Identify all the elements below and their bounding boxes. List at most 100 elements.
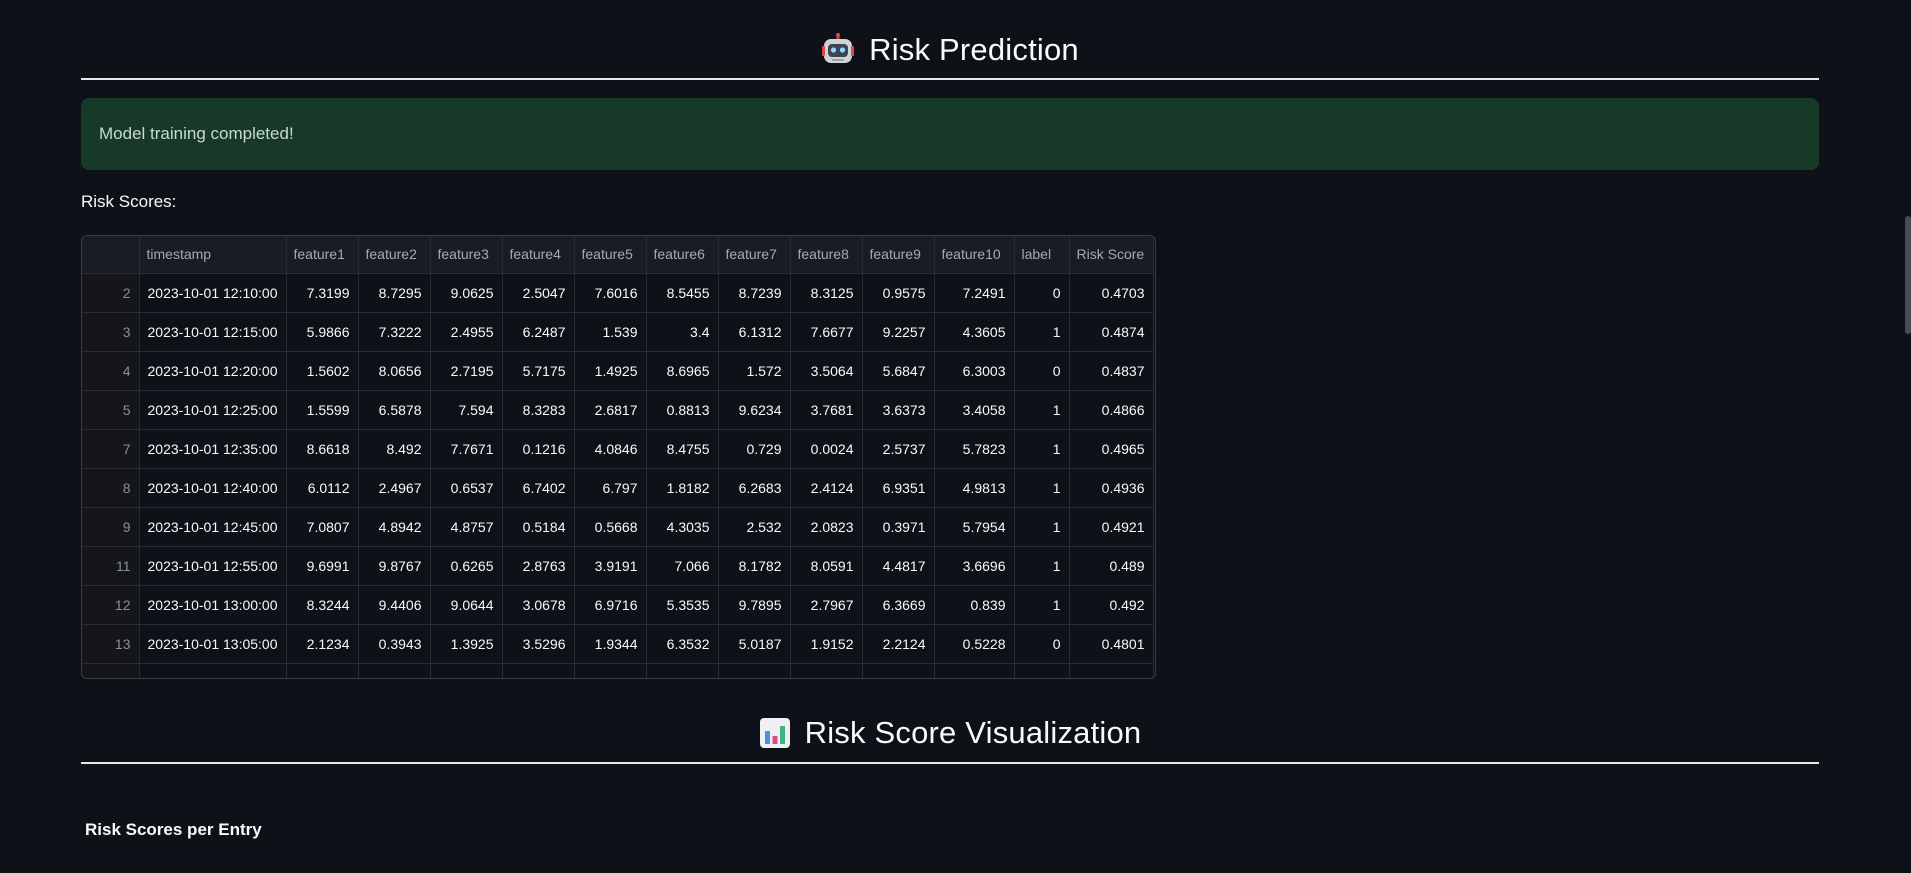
table-cell[interactable]: 7.6016	[574, 273, 647, 313]
table-cell[interactable]: 6.7707	[862, 663, 935, 678]
column-header-feature4[interactable]: feature4	[502, 236, 575, 274]
row-index-cell[interactable]: 13	[82, 624, 140, 664]
table-row[interactable]: 2 2023-10-01 12:10:00 7.3199 8.7295 9.0625 2.…	[82, 273, 1154, 313]
table-cell[interactable]: 0.489	[1069, 546, 1154, 586]
table-cell[interactable]: 2.5346	[934, 663, 1015, 678]
table-cell[interactable]: 3.7681	[790, 390, 863, 430]
table-cell[interactable]: 3.5296	[502, 624, 575, 664]
table-cell[interactable]: 1.8182	[646, 468, 719, 508]
column-header-feature1[interactable]: feature1	[286, 236, 359, 274]
table-cell[interactable]: 3.6696	[934, 546, 1015, 586]
table-cell[interactable]: 8.6965	[646, 351, 719, 391]
table-cell[interactable]: 2.7195	[430, 351, 503, 391]
table-cell[interactable]: 2023-10-01 12:10:00	[139, 273, 287, 313]
table-cell[interactable]: 9.6234	[718, 390, 791, 430]
table-cell[interactable]: 2.6817	[574, 390, 647, 430]
table-cell[interactable]: 8.3283	[502, 390, 575, 430]
table-cell[interactable]: 0.4965	[1069, 429, 1154, 469]
table-cell[interactable]: 6.7402	[502, 468, 575, 508]
row-index-cell[interactable]: 3	[82, 312, 140, 352]
table-cell[interactable]: 1	[1014, 507, 1070, 547]
table-cell[interactable]: 3.0678	[502, 585, 575, 625]
table-cell[interactable]: 2023-10-01 12:40:00	[139, 468, 287, 508]
table-cell[interactable]: 4.8942	[358, 507, 431, 547]
table-cell[interactable]: 9.4406	[358, 585, 431, 625]
table-cell[interactable]: 8.0591	[790, 546, 863, 586]
table-cell[interactable]: 0.5228	[934, 624, 1015, 664]
table-cell[interactable]: 2.5047	[502, 273, 575, 313]
table-cell[interactable]: 2.4124	[790, 468, 863, 508]
table-cell[interactable]: 5.0187	[718, 624, 791, 664]
table-cell[interactable]: 0.4884	[1069, 663, 1154, 678]
table-cell[interactable]: 0.4921	[1069, 507, 1154, 547]
table-cell[interactable]: 8.3244	[286, 585, 359, 625]
table-row[interactable]: 12 2023-10-01 13:00:00 8.3244 9.4406 9.0644 3…	[82, 585, 1154, 625]
table-cell[interactable]: 8.3125	[790, 273, 863, 313]
column-header-feature6[interactable]: feature6	[646, 236, 719, 274]
table-row[interactable]: 11 2023-10-01 12:55:00 9.6991 9.8767 0.6265 2…	[82, 546, 1154, 586]
table-cell[interactable]: 2.2124	[862, 624, 935, 664]
table-cell[interactable]: 7.6677	[790, 312, 863, 352]
table-cell[interactable]: 7.594	[430, 390, 503, 430]
table-row[interactable]: 5 2023-10-01 12:25:00 1.5599 6.5878 7.594 8.3…	[82, 390, 1154, 430]
table-cell[interactable]: 3.4058	[934, 390, 1015, 430]
table-row[interactable]: 9 2023-10-01 12:45:00 7.0807 4.8942 4.8757 0.…	[82, 507, 1154, 547]
table-cell[interactable]: 0.4874	[1069, 312, 1154, 352]
column-header-feature10[interactable]: feature10	[934, 236, 1015, 274]
table-cell[interactable]: 5.7175	[502, 351, 575, 391]
table-cell[interactable]: 2.4967	[358, 468, 431, 508]
column-header-feature7[interactable]: feature7	[718, 236, 791, 274]
table-cell[interactable]: 1	[1014, 468, 1070, 508]
table-cell[interactable]: 0.4801	[1069, 624, 1154, 664]
risk-scores-table[interactable]: timestamp feature1 feature2 feature3 feature…	[81, 235, 1156, 679]
table-cell[interactable]: 7.3222	[358, 312, 431, 352]
table-cell[interactable]: 6.2120	[502, 663, 575, 678]
table-cell[interactable]: 2023-10-01 12:35:00	[139, 429, 287, 469]
table-cell[interactable]: 0.5184	[502, 507, 575, 547]
table-cell[interactable]: 8.0656	[358, 351, 431, 391]
table-cell[interactable]: 2.8763	[502, 546, 575, 586]
table-cell[interactable]: 0	[1014, 351, 1070, 391]
table-cell[interactable]: 5.9866	[286, 312, 359, 352]
table-cell[interactable]: 5.6847	[862, 351, 935, 391]
table-cell[interactable]: 7.3199	[286, 273, 359, 313]
table-cell[interactable]: 9.6991	[286, 546, 359, 586]
row-index-cell[interactable]: 11	[82, 546, 140, 586]
table-cell[interactable]: 2023-10-01 12:15:00	[139, 312, 287, 352]
table-cell[interactable]: 0.1216	[502, 429, 575, 469]
table-cell[interactable]: 2023-10-01 12:45:00	[139, 507, 287, 547]
table-cell[interactable]: 2023-10-01 12:25:00	[139, 390, 287, 430]
data-table[interactable]: timestamp feature1 feature2 feature3 feature…	[82, 236, 1154, 678]
table-cell[interactable]: 0.4837	[1069, 351, 1154, 391]
table-cell[interactable]: 1.3925	[430, 624, 503, 664]
table-cell[interactable]: 9.0625	[430, 273, 503, 313]
table-cell[interactable]: 1	[1014, 390, 1070, 430]
column-header-timestamp[interactable]: timestamp	[139, 236, 287, 274]
table-row[interactable]: 8 2023-10-01 12:40:00 6.0112 2.4967 0.6537 6.…	[82, 468, 1154, 508]
table-cell[interactable]: 2.4955	[430, 312, 503, 352]
table-cell[interactable]: 0.8813	[646, 390, 719, 430]
table-cell[interactable]: 6.2487	[502, 312, 575, 352]
table-cell[interactable]: 4.3605	[934, 312, 1015, 352]
table-cell[interactable]: 1.9344	[574, 624, 647, 664]
table-cell[interactable]: 2.7967	[790, 585, 863, 625]
table-cell[interactable]: 4.0846	[574, 429, 647, 469]
table-row[interactable]: 4 2023-10-01 12:20:00 1.5602 8.0656 2.7195 5.…	[82, 351, 1154, 391]
table-cell[interactable]: 5.7954	[934, 507, 1015, 547]
table-cell[interactable]: 0.4866	[1069, 390, 1154, 430]
table-cell[interactable]: 0.3943	[358, 624, 431, 664]
table-cell[interactable]: 2023-10-01 12:20:00	[139, 351, 287, 391]
table-cell[interactable]: 1.5599	[286, 390, 359, 430]
table-cell[interactable]: 0.0024	[790, 429, 863, 469]
table-cell[interactable]: 7.0558	[358, 663, 431, 678]
table-cell[interactable]: 8.7239	[718, 273, 791, 313]
column-header-feature8[interactable]: feature8	[790, 236, 863, 274]
row-index-cell[interactable]: 8	[82, 468, 140, 508]
table-cell[interactable]: 2023-10-01 12:55:00	[139, 546, 287, 586]
table-cell[interactable]: 2.1234	[286, 624, 359, 664]
table-cell[interactable]: 2.5737	[862, 429, 935, 469]
table-cell[interactable]: 1	[1014, 546, 1070, 586]
table-cell[interactable]: 6.9351	[862, 468, 935, 508]
table-cell[interactable]: 1.8182	[286, 663, 359, 678]
column-header-index[interactable]	[82, 236, 140, 274]
